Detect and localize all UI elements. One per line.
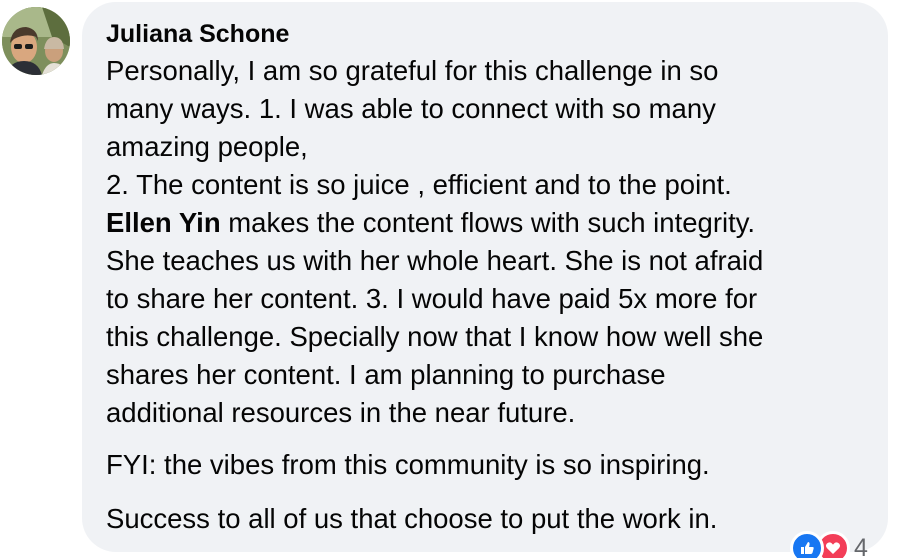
reactions-summary[interactable]: 4	[790, 531, 868, 558]
comment-container: Juliana Schone Personally, I am so grate…	[0, 0, 904, 558]
comment-line: amazing people,	[106, 131, 308, 162]
comment-line: She teaches us with her whole heart. She…	[106, 245, 764, 276]
comment-line: shares her content. I am planning to pur…	[106, 359, 666, 390]
comment-paragraph-3: Success to all of us that choose to put …	[106, 503, 718, 534]
reaction-count: 4	[854, 534, 868, 558]
comment-paragraph-1: Personally, I am so grateful for this ch…	[106, 52, 763, 432]
mention-link[interactable]: Ellen Yin	[106, 207, 221, 238]
comment-author-name[interactable]: Juliana Schone	[106, 19, 289, 49]
avatar-photo	[2, 7, 70, 75]
comment-line: Ellen Yin makes the content flows with s…	[106, 204, 763, 242]
comment-line: Personally, I am so grateful for this ch…	[106, 55, 719, 86]
comment-line: many ways. 1. I was able to connect with…	[106, 93, 716, 124]
comment-line: 2. The content is so juice , efficient a…	[106, 169, 732, 200]
comment-line: to share her content. 3. I would have pa…	[106, 283, 758, 314]
like-icon	[790, 531, 824, 558]
comment-line: this challenge. Specially now that I kno…	[106, 321, 764, 352]
avatar[interactable]	[2, 7, 70, 75]
comment-line-text: makes the content flows with such integr…	[220, 207, 756, 238]
comment-line: additional resources in the near future.	[106, 397, 576, 428]
comment-paragraph-2: FYI: the vibes from this community is so…	[106, 449, 710, 480]
